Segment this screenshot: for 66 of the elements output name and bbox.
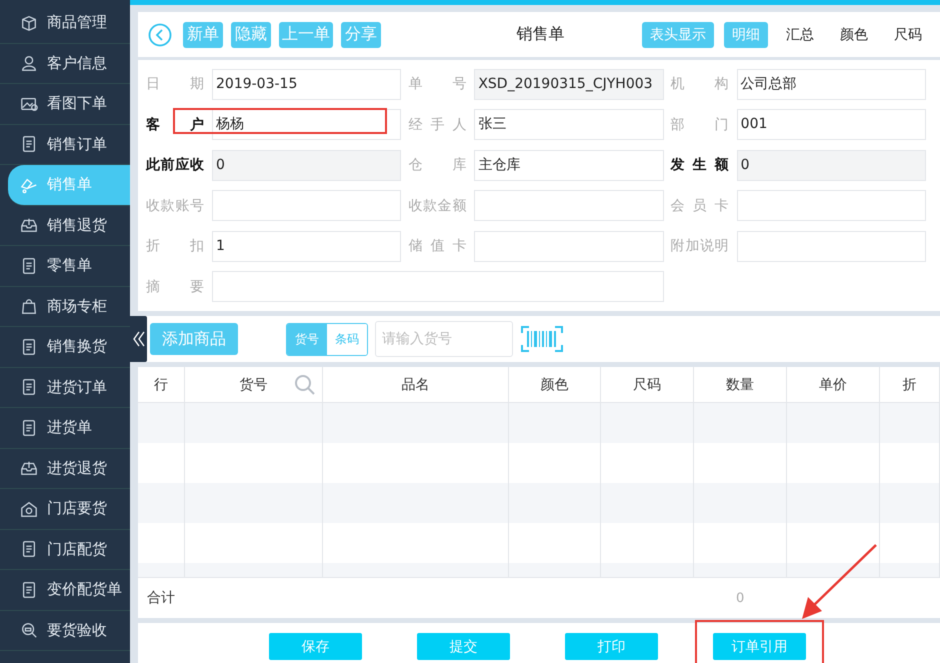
bag-icon xyxy=(20,297,38,316)
doc-icon xyxy=(20,135,38,154)
input-field[interactable]: 1 xyxy=(212,230,402,262)
input-field[interactable]: 公司总部 xyxy=(736,68,926,100)
doc-icon xyxy=(20,378,38,396)
magnifier-icon xyxy=(20,621,38,640)
doc-icon xyxy=(20,580,38,599)
field-label: 收款金额 xyxy=(408,196,466,215)
input-field[interactable] xyxy=(474,190,664,222)
column-header: 折 xyxy=(902,376,916,394)
doc-icon xyxy=(20,338,38,356)
tray-icon xyxy=(20,459,38,478)
house-icon xyxy=(20,500,38,518)
input-field[interactable]: 0 xyxy=(736,150,926,181)
field-label: 日期 xyxy=(146,75,204,94)
total-quantity: 0 xyxy=(736,590,744,606)
field-label: 仓库 xyxy=(408,156,466,174)
column-header: 货号 xyxy=(240,376,268,394)
person-icon xyxy=(20,54,38,72)
field-label: 部门 xyxy=(670,116,729,134)
field-label: 此前应收 xyxy=(146,156,204,174)
input-field[interactable] xyxy=(736,230,926,262)
input-field[interactable]: 001 xyxy=(736,109,926,140)
input-field[interactable] xyxy=(736,190,926,222)
input-field[interactable]: XSD_20190315_CJYH003 xyxy=(474,68,664,100)
field-label: 单号 xyxy=(408,75,466,94)
doc-icon xyxy=(20,256,38,275)
column-header: 尺码 xyxy=(633,376,661,394)
field-label: 折扣 xyxy=(146,237,204,256)
total-label: 合计 xyxy=(147,589,175,607)
column-header: 颜色 xyxy=(540,376,568,394)
input-field[interactable]: 主仓库 xyxy=(474,150,664,181)
back-icon[interactable] xyxy=(148,22,172,46)
column-header: 单价 xyxy=(819,376,847,394)
field-label: 储值卡 xyxy=(408,237,466,256)
search-field[interactable]: 请输入货号 xyxy=(375,321,513,357)
field-label: 会员卡 xyxy=(670,196,729,215)
view-tab[interactable]: 汇总 xyxy=(778,22,822,48)
field-label: 附加说明 xyxy=(670,237,729,256)
column-header: 品名 xyxy=(402,376,430,394)
page-title: 销售单 xyxy=(516,24,566,45)
input-field[interactable]: 张三 xyxy=(474,109,664,140)
input-field[interactable]: 杨杨 xyxy=(212,109,402,140)
field-label: 发生额 xyxy=(670,156,729,174)
field-label: 经手人 xyxy=(408,116,466,134)
input-field[interactable] xyxy=(212,271,664,302)
doc-icon xyxy=(20,418,38,437)
field-label: 摘要 xyxy=(146,278,204,296)
doc-icon xyxy=(20,540,38,558)
input-field[interactable]: 0 xyxy=(212,150,402,181)
input-field[interactable] xyxy=(212,190,402,222)
column-header: 数量 xyxy=(726,376,754,394)
input-field[interactable] xyxy=(474,230,664,262)
barcode-scan-icon[interactable] xyxy=(521,326,563,352)
double-chevron-icon xyxy=(132,329,144,349)
box-icon xyxy=(20,14,38,32)
collapse-handle[interactable] xyxy=(130,316,147,362)
view-tab[interactable]: 颜色 xyxy=(832,22,876,48)
column-header: 行 xyxy=(154,376,168,394)
view-tab[interactable]: 尺码 xyxy=(886,22,930,48)
input-field[interactable]: 2019-03-15 xyxy=(212,68,402,100)
tray-icon xyxy=(20,216,38,234)
search-icon[interactable] xyxy=(294,374,316,396)
field-label: 收款账号 xyxy=(146,196,204,215)
field-label: 机构 xyxy=(670,75,729,94)
field-label: 客户 xyxy=(146,116,204,134)
